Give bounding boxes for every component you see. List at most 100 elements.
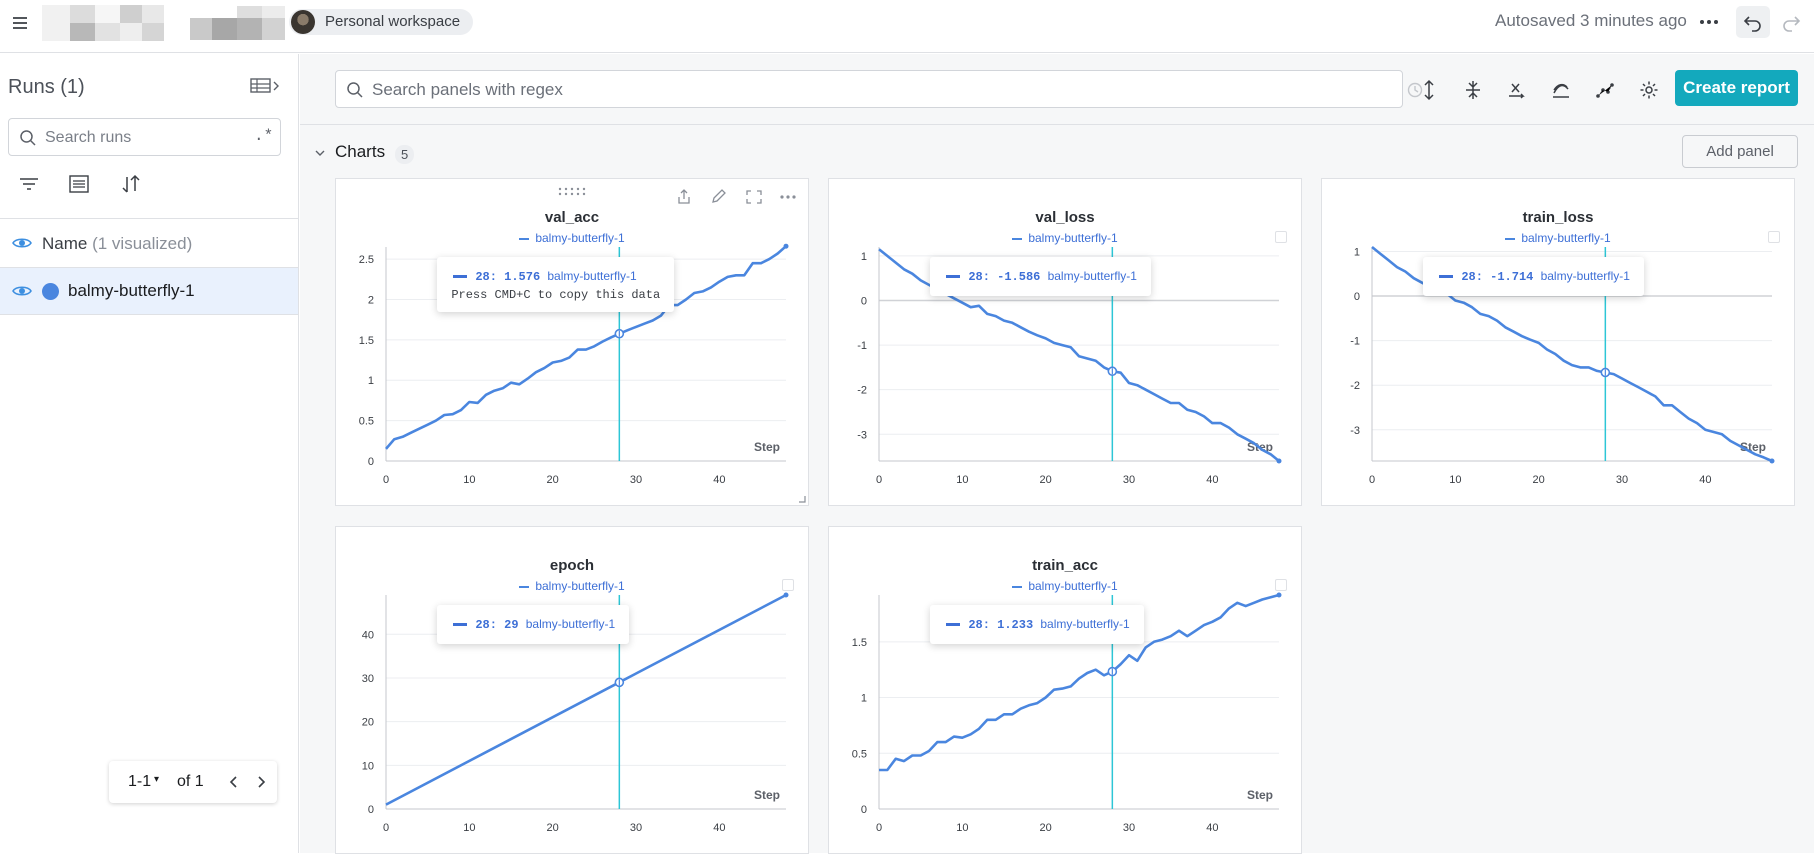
x-tick-label: 30 (1616, 474, 1628, 486)
entity-avatar[interactable] (42, 5, 164, 41)
series-end-point (783, 592, 789, 598)
y-tick-label: 1.5 (359, 335, 374, 347)
hover-tooltip: 28: 1.576 balmy-butterfly-1 Press CMD+C t… (437, 257, 675, 312)
chevron-right-icon[interactable] (254, 774, 268, 790)
x-tick-label: 20 (1040, 822, 1052, 834)
x-axis-label: Step (754, 440, 780, 454)
y-tick-label: 0 (861, 804, 867, 816)
x-tick-label: 40 (1206, 474, 1218, 486)
tooltip-run-name: balmy-butterfly-1 (525, 617, 616, 631)
x-tick-label: 20 (547, 474, 559, 486)
run-name[interactable]: balmy-butterfly-1 (68, 281, 195, 301)
x-tick-label: 0 (383, 822, 389, 834)
tooltip-value: 1.576 (504, 270, 548, 284)
outliers-icon[interactable] (1594, 79, 1616, 101)
x-tick-label: 10 (956, 474, 968, 486)
tooltip-step: 28: (968, 270, 998, 284)
pagination: 1-1 ▾ of 1 (109, 761, 277, 803)
y-tick-label: -2 (857, 385, 867, 397)
smoothing-icon[interactable] (1550, 79, 1572, 101)
chart-panel-train-loss[interactable]: train_loss balmy-butterfly-1 1 0 -1 -2 -3 0 10… (1321, 178, 1795, 506)
x-tick-label: 10 (956, 822, 968, 834)
name-column-label: Name (42, 234, 88, 253)
hamburger-menu-icon[interactable] (10, 13, 30, 33)
y-tick-label: -1 (857, 340, 867, 352)
tooltip-run-name: balmy-butterfly-1 (1047, 269, 1137, 283)
y-tick-label: 2 (368, 294, 374, 306)
x-tick-label: 10 (463, 474, 475, 486)
undo-icon (1743, 16, 1761, 32)
x-tick-label: 20 (1533, 474, 1545, 486)
panel-search-box (335, 70, 1423, 108)
page-range-select[interactable]: 1-1 (128, 773, 151, 791)
run-search-input[interactable] (45, 127, 245, 149)
series-end-point (1276, 592, 1282, 598)
y-tick-label: -3 (857, 429, 867, 441)
x-tick-label: 30 (630, 474, 642, 486)
y-tick-label: 0 (861, 296, 867, 308)
visibility-eye-icon[interactable] (12, 235, 32, 251)
tooltip-run-name: balmy-butterfly-1 (1040, 617, 1130, 631)
chart-panel-val-acc[interactable]: val_acc balmy-butterfly-1 0 0.5 1 1.5 2 2.5 0 1… (335, 178, 809, 506)
x-tick-label: 0 (383, 474, 389, 486)
run-color-dot[interactable] (42, 283, 59, 300)
regex-toggle[interactable]: .* (254, 127, 273, 145)
resize-handle-icon[interactable] (798, 495, 806, 503)
undo-button[interactable] (1736, 6, 1770, 38)
series-end-point (1769, 458, 1775, 464)
workspace-chip[interactable]: Personal workspace (289, 9, 474, 35)
expand-table-icon[interactable] (250, 76, 280, 96)
collapse-vertical-icon[interactable] (1462, 79, 1484, 101)
x-tick-label: 0 (876, 474, 882, 486)
sort-icon[interactable] (119, 173, 143, 195)
workspace-label: Personal workspace (325, 13, 461, 30)
more-options-icon[interactable] (1697, 10, 1721, 34)
name-column-header[interactable]: Name (1 visualized) (0, 219, 298, 267)
tooltip-value: -1.714 (1490, 270, 1541, 284)
tooltip-run-name: balmy-butterfly-1 (1540, 269, 1630, 283)
line-chart[interactable]: 10-1-2-30 10 20 30 40Step (829, 179, 1303, 507)
x-tick-label: 30 (630, 822, 642, 834)
y-tick-label: 0.5 (852, 748, 867, 760)
runs-sidebar: Runs (1) .* Name (1 visualized) balmy-bu… (0, 54, 299, 853)
filter-icon[interactable] (17, 173, 41, 195)
chevron-left-icon[interactable] (227, 774, 241, 790)
x-tick-label: 30 (1123, 822, 1135, 834)
x-axis-icon[interactable] (1506, 79, 1528, 101)
project-name[interactable] (190, 6, 285, 40)
visibility-eye-icon[interactable] (12, 283, 32, 299)
line-chart[interactable]: 0 10 20 30 40 0 10 20 30 40 Step (336, 527, 810, 855)
chart-panel-train-acc[interactable]: train_acc balmy-butterfly-1 0 0.5 1 1.5 0 10 2… (828, 526, 1302, 854)
x-tick-label: 10 (1449, 474, 1461, 486)
chart-panel-epoch[interactable]: epoch balmy-butterfly-1 0 10 20 30 40 0 10 20 30… (335, 526, 809, 854)
y-tick-label: 1 (861, 251, 867, 263)
create-report-button[interactable]: Create report (1675, 70, 1798, 106)
panel-search-input[interactable] (372, 79, 1332, 101)
add-panel-button[interactable]: Add panel (1682, 135, 1798, 168)
expand-vertical-icon[interactable] (1418, 79, 1440, 101)
y-tick-label: 1.5 (852, 637, 867, 649)
redo-button[interactable] (1778, 6, 1808, 38)
y-tick-label: 10 (362, 760, 374, 772)
line-chart[interactable]: 0 0.5 1 1.5 2 2.5 0 10 20 30 40 Step (336, 179, 810, 507)
line-chart[interactable]: 0 0.5 1 1.5 0 10 20 30 40 Step (829, 527, 1303, 855)
tooltip-step: 28: (1461, 270, 1491, 284)
autosave-status: Autosaved 3 minutes ago (1495, 11, 1687, 30)
gear-icon[interactable] (1638, 79, 1660, 101)
chevron-down-icon[interactable] (314, 148, 326, 158)
group-icon[interactable] (67, 173, 91, 195)
workspace-avatar (291, 10, 315, 34)
top-bar: Personal workspace Autosaved 3 minutes a… (0, 0, 1814, 53)
run-row[interactable]: balmy-butterfly-1 (0, 267, 298, 315)
y-tick-label: 1 (368, 375, 374, 387)
section-title[interactable]: Charts (335, 142, 385, 162)
x-tick-label: 20 (1040, 474, 1052, 486)
chevron-down-icon[interactable]: ▾ (154, 774, 159, 785)
y-tick-label: 0 (368, 456, 374, 468)
hover-tooltip: 28: -1.714 balmy-butterfly-1 (1423, 257, 1644, 296)
x-axis-label: Step (1247, 788, 1273, 802)
x-tick-label: 40 (1206, 822, 1218, 834)
chart-panel-val-loss[interactable]: val_loss balmy-butterfly-1 1 0 -1 -2 -3 0 10 20… (828, 178, 1302, 506)
line-chart[interactable]: 10-1-2-30 10 20 30 40Step (1322, 179, 1796, 507)
x-axis-label: Step (754, 788, 780, 802)
